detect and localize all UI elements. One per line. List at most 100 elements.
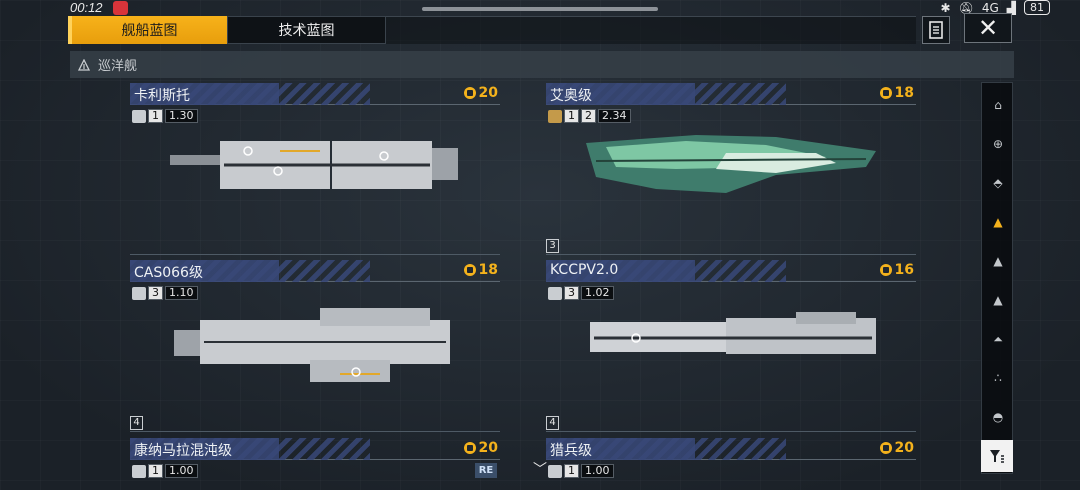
ship-type-icon [548,109,562,123]
card-baseline [546,431,916,432]
clock: 00:12 [70,0,103,15]
cost: 20 [463,440,498,456]
stat-row: 1 1.30 [132,109,198,123]
support-icon[interactable]: ◓ [985,403,1011,431]
cost-icon [879,87,892,99]
cost-value: 18 [894,85,914,101]
tier-badge: 4 [546,416,559,430]
section-header: 巡洋舰 [70,51,1014,78]
level: 3 [148,286,163,300]
status-bar: 00:12 ✱ 🔕︎ 4G ▟ 81 [0,0,1080,16]
cost-value: 18 [478,262,498,278]
level: 3 [564,286,579,300]
cruiser-icon[interactable]: ▲ [985,208,1011,236]
tab-ship-blueprint[interactable]: 舰船蓝图 [68,16,227,44]
cost-value: 20 [478,440,498,456]
card-header: 康纳马拉混沌级 20 [130,438,500,460]
cost-value: 20 [894,440,914,456]
ship-card[interactable]: KCCPV2.0 16 3 1.02 4 [546,260,916,432]
cost: 18 [463,262,498,278]
ship-name: CAS066级 [134,265,203,281]
level-2: 2 [581,109,596,123]
tier-badge: 4 [130,416,143,430]
stat-value: 1.00 [165,464,198,478]
ship-type-icon [132,109,146,123]
blueprint-tabs: 舰船蓝图 技术蓝图 [68,16,386,44]
filter-icon [990,450,1004,463]
cost-icon [879,264,892,276]
level: 1 [564,464,579,478]
card-baseline [546,254,916,255]
ship-type-icon [132,464,146,478]
cost: 20 [879,440,914,456]
level: 1 [564,109,579,123]
card-header: KCCPV2.0 16 [546,260,916,282]
frigate-icon[interactable]: ▲ [985,286,1011,314]
re-badge: RE [475,463,497,478]
stat-row: 1 1.00 [548,464,614,478]
stat-value: 1.02 [581,286,614,300]
cost-icon [463,442,476,454]
carrier-icon[interactable]: ⌂ [985,91,1011,119]
stat-row: 1 2 2.34 [548,109,631,123]
level: 1 [148,464,163,478]
stat-row: 1 1.00 [132,464,198,478]
cruiser-class-icon [78,58,90,71]
ship-image [590,312,876,354]
section-title: 巡洋舰 [98,59,138,74]
header-bar [386,16,916,44]
stat-value: 1.30 [165,109,198,123]
card-baseline [130,254,500,255]
cost: 18 [879,85,914,101]
ship-card[interactable]: CAS066级 18 3 1.10 4 [130,260,500,432]
ship-image [586,135,876,193]
card-header: 艾奥级 18 [546,83,916,105]
ship-card[interactable]: 艾奥级 18 1 2 2.34 3 [546,83,916,255]
cost-icon [879,442,892,454]
fighter-icon[interactable]: ∴ [985,364,1011,392]
notes-button[interactable] [922,16,950,44]
stat-row: 3 1.10 [132,286,198,300]
ship-name: 卡利斯托 [134,88,190,104]
close-button[interactable]: ✕ [964,13,1012,43]
tab-tech-blueprint[interactable]: 技术蓝图 [227,16,386,44]
card-header: CAS066级 18 [130,260,500,282]
battleship-icon[interactable]: ⊕ [985,130,1011,158]
stat-value: 1.00 [581,464,614,478]
battery-indicator: 81 [1024,0,1050,15]
ship-card[interactable]: 卡利斯托 20 1 1.30 [130,83,500,255]
cost-value: 16 [894,262,914,278]
ship-class-sidebar: ⌂ ⊕ ⬘ ▲ ▲ ▲ ⏶ ∴ ◓ [981,82,1013,474]
bluetooth-icon: ✱ [940,0,951,15]
document-icon [929,21,943,39]
app-notification-icon [113,1,128,15]
level: 1 [148,109,163,123]
ship-card[interactable]: 康纳马拉混沌级 20 1 1.00 [130,438,500,490]
cost-value: 20 [478,85,498,101]
ship-card[interactable]: 猎兵级 20 1 1.00 [546,438,916,490]
cost: 20 [463,85,498,101]
ship-type-icon [132,286,146,300]
destroyer-icon[interactable]: ▲ [985,247,1011,275]
ship-name: 康纳马拉混沌级 [134,443,232,459]
ship-image [174,308,450,382]
battlecruiser-icon[interactable]: ⬘ [985,169,1011,197]
filter-button[interactable] [981,440,1013,472]
corvette-icon[interactable]: ⏶ [985,325,1011,353]
chevron-down-icon[interactable]: ﹀ [533,459,547,479]
ship-type-icon [548,464,562,478]
ship-image [170,141,458,189]
close-icon: ✕ [977,14,999,42]
stat-value: 2.34 [598,109,631,123]
card-header: 卡利斯托 20 [130,83,500,105]
gesture-bar [422,7,658,11]
ship-type-icon [548,286,562,300]
ship-name: 艾奥级 [550,88,592,104]
card-baseline [130,431,500,432]
cost-icon [463,264,476,276]
cost: 16 [879,262,914,278]
tier-badge: 3 [546,239,559,253]
ship-name: 猎兵级 [550,443,592,459]
stat-value: 1.10 [165,286,198,300]
cost-icon [463,87,476,99]
